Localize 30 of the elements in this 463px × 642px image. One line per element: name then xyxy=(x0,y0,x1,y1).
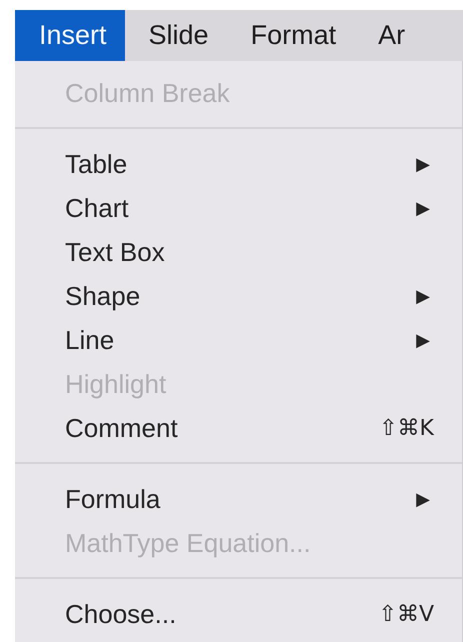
submenu-arrow: ▶ xyxy=(416,488,430,510)
menu-item-label: Shape xyxy=(65,280,142,312)
menu-item-label: MathType Equation... xyxy=(65,528,312,558)
menu-item[interactable]: Shape ▶ xyxy=(15,274,462,318)
menu-item[interactable]: Text Box xyxy=(15,230,462,274)
menu-item[interactable]: Choose... ⇧⌘V xyxy=(15,592,462,636)
menu-item-label: Comment xyxy=(65,412,179,444)
menu-item-label: Chart xyxy=(65,192,130,224)
menu-item-label: Table xyxy=(65,148,128,180)
menu-item-label: Text Box xyxy=(65,236,166,268)
submenu-arrow: ▶ xyxy=(416,198,430,218)
submenu-arrow: ▶ xyxy=(416,330,430,350)
menu-item[interactable]: Table ▶ xyxy=(15,142,462,186)
submenu-arrow: ▶ xyxy=(416,286,430,306)
menu-item[interactable]: Chart ▶ xyxy=(15,186,462,230)
menu-item-label: Formula xyxy=(65,484,162,514)
menu-title[interactable]: Format xyxy=(226,10,354,61)
keyboard-shortcut: ⇧⌘V xyxy=(378,602,434,626)
keyboard-shortcut: ⇧⌘K xyxy=(379,416,434,440)
menu-item[interactable]: Line ▶ xyxy=(15,318,462,362)
menu-title[interactable]: Ar xyxy=(354,10,424,61)
menu-item-label: Column Break xyxy=(65,78,231,108)
menu-title[interactable]: Slide xyxy=(124,10,227,61)
menu-item[interactable]: Comment ⇧⌘K xyxy=(15,406,462,450)
menu-item[interactable]: Formula ▶ xyxy=(15,477,462,521)
submenu-arrow: ▶ xyxy=(416,154,430,174)
menu-item-label: Line xyxy=(65,324,116,356)
menu-title[interactable]: Insert xyxy=(15,10,125,61)
menu-item-label: Choose... xyxy=(65,598,178,630)
menu-item-label: Highlight xyxy=(65,368,168,400)
